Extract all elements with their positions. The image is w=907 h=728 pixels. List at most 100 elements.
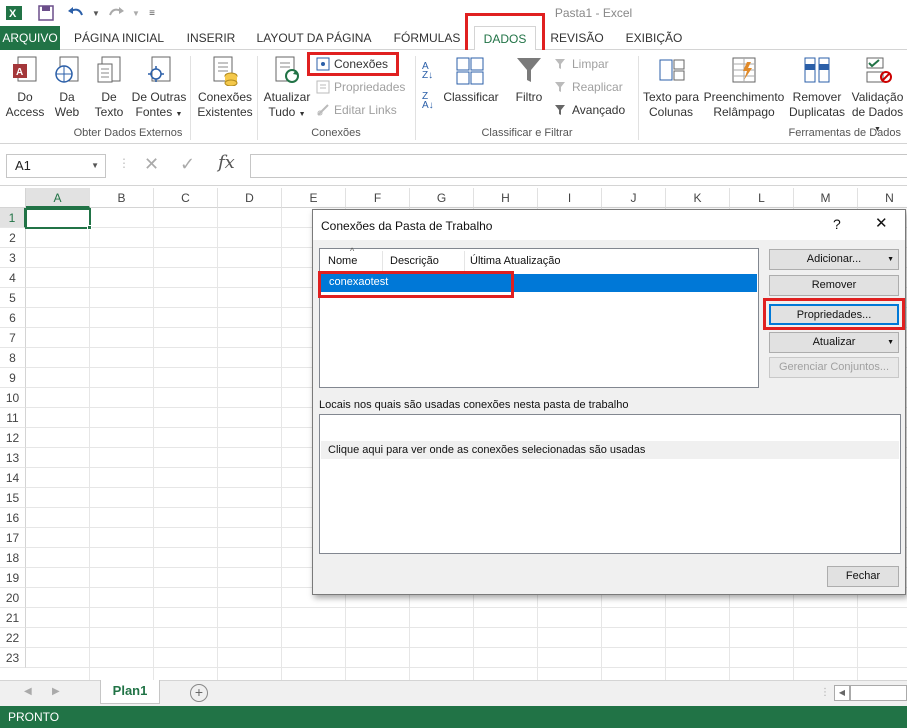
de-texto-button[interactable]: De Texto [88,54,130,120]
row-header-20[interactable]: 20 [0,588,26,608]
connections-list[interactable]: ^ Nome Descrição Última Atualização cone… [319,246,759,388]
scroll-left-icon[interactable]: ◀ [834,685,850,701]
column-header-m[interactable]: M [794,188,858,208]
atualizar-tudo-button[interactable]: Atualizar Tudo ▼ [262,54,312,122]
column-header-d[interactable]: D [218,188,282,208]
row-header-22[interactable]: 22 [0,628,26,648]
connection-usage-list[interactable]: Clique aqui para ver onde as conexões se… [319,414,901,554]
tab-arquivo[interactable]: ARQUIVO [0,26,60,50]
limpar-button[interactable]: Limpar [552,54,609,74]
grid-row-line [26,647,907,648]
column-header-l[interactable]: L [730,188,794,208]
connection-row-selected[interactable]: conexaotest [321,274,757,292]
row-header-18[interactable]: 18 [0,548,26,568]
usage-hint-row[interactable]: Clique aqui para ver onde as conexões se… [321,441,899,459]
tab-exibicao[interactable]: EXIBIÇÃO [620,26,688,50]
de-outras-fontes-button[interactable]: De Outras Fontes ▼ [130,54,188,122]
texto-para-colunas-button[interactable]: Texto para Colunas [642,54,700,120]
select-all-corner[interactable] [0,188,26,208]
preenchimento-relampago-button[interactable]: Preenchimento Relâmpago [702,54,786,120]
row-header-13[interactable]: 13 [0,448,26,468]
atualizar-button[interactable]: Atualizar ▼ [769,332,899,353]
horizontal-scrollbar[interactable] [850,685,907,701]
row-header-11[interactable]: 11 [0,408,26,428]
label-line2: Texto [94,105,124,119]
adicionar-button[interactable]: Adicionar... ▼ [769,249,899,270]
propriedades-button[interactable]: Propriedades... [769,304,899,325]
column-header-n[interactable]: N [858,188,907,208]
column-header-c[interactable]: C [154,188,218,208]
fechar-button[interactable]: Fechar [827,566,899,587]
cancel-icon[interactable]: ✕ [144,154,159,175]
add-sheet-icon[interactable]: + [190,684,208,702]
reaplicar-button[interactable]: Reaplicar [552,77,623,97]
column-header-ultima[interactable]: Última Atualização [470,255,561,267]
propriedades-ribbon-button[interactable]: Propriedades [314,77,405,97]
filtro-button[interactable]: Filtro [510,54,548,105]
gerenciar-conjuntos-button[interactable]: Gerenciar Conjuntos... [769,357,899,378]
column-header-descricao[interactable]: Descrição [390,255,439,267]
column-header-a[interactable]: A [26,188,90,208]
column-header-j[interactable]: J [602,188,666,208]
sort-az-icon[interactable]: A Z↓ [422,62,440,82]
help-button[interactable]: ? [833,216,841,232]
column-header-b[interactable]: B [90,188,154,208]
editar-links-button[interactable]: Editar Links [314,100,397,120]
label-line2: Access [5,105,45,119]
fill-handle[interactable] [87,225,92,230]
validacao-de-dados-button[interactable]: Validação de Dados ▼ [848,54,907,137]
tab-revisao[interactable]: REVISÃO [542,26,612,50]
avancado-button[interactable]: Avançado [552,100,625,120]
do-access-button[interactable]: A Do Access [4,54,46,120]
column-header-nome[interactable]: Nome [328,255,357,267]
row-header-23[interactable]: 23 [0,648,26,668]
name-box-dropdown-icon[interactable]: ▼ [91,155,99,177]
remover-duplicatas-button[interactable]: Remover Duplicatas [788,54,846,120]
tab-formulas[interactable]: FÓRMULAS [386,26,468,50]
row-header-12[interactable]: 12 [0,428,26,448]
tab-inserir[interactable]: INSERIR [180,26,242,50]
name-box[interactable]: A1 ▼ [6,154,106,178]
row-header-1[interactable]: 1 [0,208,26,228]
column-header-k[interactable]: K [666,188,730,208]
formula-input[interactable] [250,154,907,178]
enter-icon[interactable]: ✓ [180,154,195,175]
row-header-15[interactable]: 15 [0,488,26,508]
prev-sheet-icon[interactable]: ◀ [24,686,32,697]
column-header-e[interactable]: E [282,188,346,208]
row-header-2[interactable]: 2 [0,228,26,248]
tab-layout-da-pagina[interactable]: LAYOUT DA PÁGINA [252,26,376,50]
row-header-4[interactable]: 4 [0,268,26,288]
column-header-i[interactable]: I [538,188,602,208]
column-header-g[interactable]: G [410,188,474,208]
sort-za-icon[interactable]: Z A↓ [422,92,440,112]
label-line2: Duplicatas [788,105,846,119]
row-header-3[interactable]: 3 [0,248,26,268]
row-header-19[interactable]: 19 [0,568,26,588]
row-header-16[interactable]: 16 [0,508,26,528]
row-header-17[interactable]: 17 [0,528,26,548]
next-sheet-icon[interactable]: ▶ [52,686,60,697]
classificar-button[interactable]: Classificar [442,54,500,105]
row-header-7[interactable]: 7 [0,328,26,348]
conexoes-button[interactable]: Conexões [314,54,388,74]
row-header-21[interactable]: 21 [0,608,26,628]
row-header-10[interactable]: 10 [0,388,26,408]
conexoes-existentes-button[interactable]: Conexões Existentes [196,54,254,120]
insert-function-icon[interactable]: fx [218,152,235,173]
sheet-tab-plan1[interactable]: Plan1 [100,680,160,704]
tab-pagina-inicial[interactable]: PÁGINA INICIAL [66,26,172,50]
column-header-f[interactable]: F [346,188,410,208]
row-header-9[interactable]: 9 [0,368,26,388]
row-header-8[interactable]: 8 [0,348,26,368]
close-icon[interactable]: ✕ [875,214,888,232]
active-cell-a1[interactable] [25,208,91,229]
row-header-14[interactable]: 14 [0,468,26,488]
row-header-5[interactable]: 5 [0,288,26,308]
column-header-h[interactable]: H [474,188,538,208]
row-header-6[interactable]: 6 [0,308,26,328]
tab-dados[interactable]: DADOS [474,26,536,51]
da-web-button[interactable]: Da Web [48,54,86,120]
remover-button[interactable]: Remover [769,275,899,296]
clear-filter-icon [554,57,568,71]
